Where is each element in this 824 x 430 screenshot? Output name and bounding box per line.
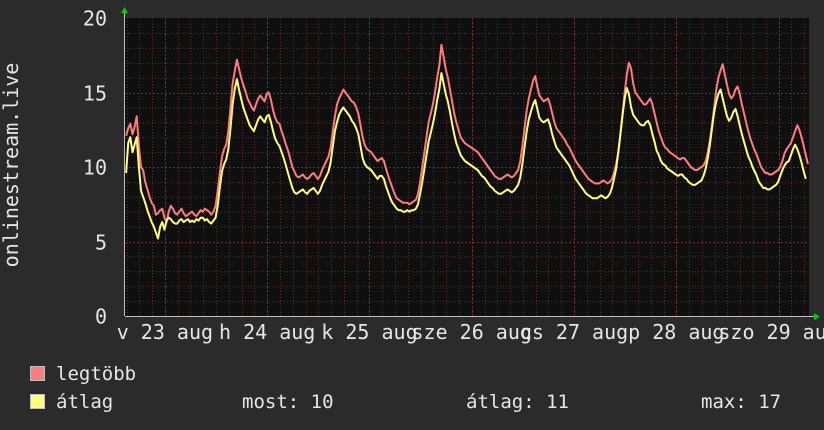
x-axis-arrow [814,313,820,320]
legend-swatch-legtobb [30,366,45,381]
legend-label-legtobb: legtöbb [56,363,137,385]
legend-label-atlag: átlag [56,391,114,413]
legend-item-atlag: átlag [30,391,113,413]
x-tick-label: v 23 aug [117,320,213,344]
stat-average: átlag: 11 [466,391,569,413]
y-tick-label: 0 [95,305,107,329]
line-chart: 0 5 10 15 20 v 23 aug h 24 aug k 25 augsze 26 a… [0,7,824,345]
x-tick-label: k 25 aug [321,320,417,344]
x-tick-label: cs 27 aug [520,320,628,344]
y-tick-label: 20 [83,7,107,31]
stat-maximum: max: 17 [701,391,782,413]
x-tick-label: p 28 aug [628,320,724,344]
legend-swatch-atlag [30,394,45,409]
x-tick-label: sze 26 aug [412,320,532,344]
x-tick-label: szo 29 aug [718,320,824,344]
y-tick-label: 15 [83,82,107,106]
y-axis-title: onlinestream.live [0,63,23,268]
x-tick-label: h 24 aug [219,320,315,344]
y-axis-arrow [121,7,128,13]
legend-item-legtobb: legtöbb [30,363,136,385]
stat-current: most: 10 [242,391,334,413]
y-tick-label: 10 [83,156,107,180]
y-tick-label: 5 [95,231,107,255]
